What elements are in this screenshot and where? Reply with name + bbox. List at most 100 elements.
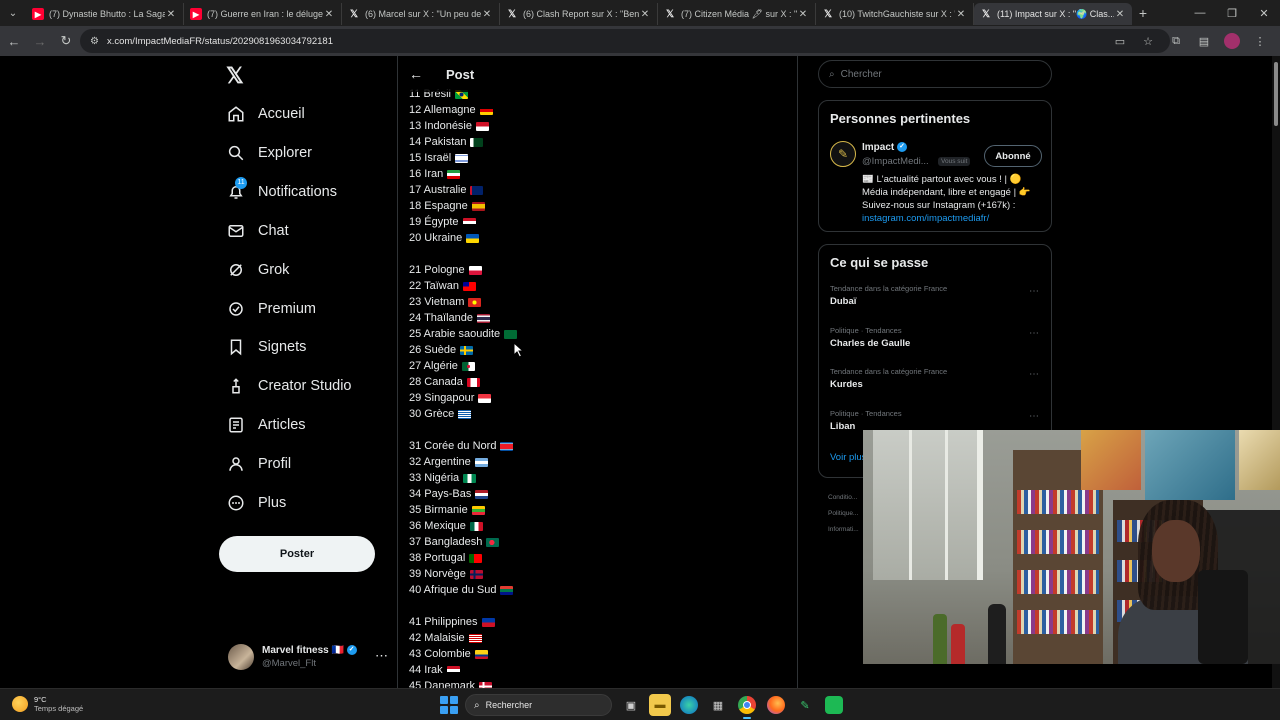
nav-item-notifications[interactable]: 11 Notifications [226, 176, 337, 207]
browser-tab[interactable]: ▶ (7) Dynastie Bhutto : La Saga S...✕ [26, 3, 184, 25]
relevant-name[interactable]: Impact [862, 142, 894, 153]
footer-link[interactable]: Politique... [828, 506, 859, 522]
country-rank-text: 42 Malaisie [409, 632, 465, 644]
task-view-icon[interactable]: ▣ [620, 694, 642, 716]
close-tab-icon[interactable]: ✕ [639, 9, 651, 20]
nav-item-grok[interactable]: Grok [226, 255, 289, 285]
trend-name: Charles de Gaulle [830, 337, 911, 349]
poster [1239, 430, 1280, 490]
forward-button[interactable]: → [28, 29, 52, 53]
browser-tab[interactable]: 𝕏 (6) Marcel sur X : "Un peu de je...✕ [342, 3, 500, 25]
trend-category: Politique · Tendances [830, 408, 902, 418]
cast-icon[interactable]: ▭ [1110, 31, 1130, 51]
close-tab-icon[interactable]: ✕ [323, 9, 335, 20]
new-tab-button[interactable]: + [1132, 5, 1154, 21]
country-rank-text: 22 Taïwan [409, 280, 459, 292]
browser-tab[interactable]: ▶ (7) Guerre en Iran : le déluge de...✕ [184, 3, 342, 25]
back-arrow-icon[interactable]: ← [398, 66, 434, 82]
browser-tab[interactable]: 𝕏 (10) TwitchGauchiste sur X : "... ✕ [816, 3, 974, 25]
home-icon [226, 104, 246, 124]
country-rank-text: 28 Canada [409, 376, 463, 388]
flag-icon [461, 361, 475, 371]
reload-button[interactable]: ↻ [54, 29, 78, 53]
country-rank-text: 35 Birmanie [409, 504, 468, 516]
bio-link[interactable]: instagram.com/impactmediafr/ [862, 213, 989, 224]
taskbar-search[interactable]: ⌕ Rechercher [465, 694, 612, 716]
list-item: 24 Thaïlande [409, 310, 789, 326]
app-icon[interactable]: ✎ [794, 694, 816, 716]
account-switcher[interactable]: Marvel fitness 🇫🇷 ✓ @Marvel_Flt ⋯ [228, 642, 388, 672]
more-icon[interactable]: ⋯ [1029, 411, 1039, 422]
minimize-button[interactable]: — [1184, 0, 1216, 26]
bookmark-icon [226, 337, 246, 357]
firefox-icon[interactable] [765, 694, 787, 716]
webcam-overlay [863, 430, 1280, 664]
more-icon[interactable]: ⋯ [1029, 369, 1039, 380]
close-tab-icon[interactable]: ✕ [797, 9, 809, 20]
maximize-button[interactable]: ❐ [1216, 0, 1248, 26]
footer-link[interactable]: Informati... [828, 522, 859, 538]
nav-item-creator-studio[interactable]: Creator Studio [226, 371, 352, 401]
list-item: 30 Grèce [409, 406, 789, 422]
browser-tab[interactable]: 𝕏 (6) Clash Report sur X : "Benne...✕ [500, 3, 658, 25]
post-column: ← Post 11 Brésil 12 Allemagne 13 Indonésie… [397, 56, 798, 688]
footer-link[interactable]: Conditio... [828, 490, 859, 506]
country-rank-text: 13 Indonésie [409, 120, 472, 132]
close-tab-icon[interactable]: ✕ [1114, 9, 1126, 20]
browser-tab[interactable]: 𝕏 (11) Impact sur X : "🌍 Clas... ✕ [974, 3, 1132, 25]
close-window-button[interactable]: ✕ [1248, 0, 1280, 26]
chrome-icon[interactable] [736, 694, 758, 719]
close-tab-icon[interactable]: ✕ [955, 9, 967, 20]
site-info-icon[interactable]: ⚙ [90, 36, 99, 47]
file-explorer-icon[interactable]: ▬ [649, 694, 671, 716]
bookmark-star-icon[interactable]: ☆ [1138, 31, 1158, 51]
more-icon[interactable]: ⋯ [1029, 328, 1039, 339]
search-input[interactable]: ⌕ Chercher [818, 60, 1052, 88]
nav-item-articles[interactable]: Articles [226, 410, 306, 440]
nav-item-label: Plus [258, 495, 287, 511]
trend-item[interactable]: Politique · Tendances Charles de Gaulle ⋯ [819, 320, 1051, 362]
more-icon[interactable]: ⋯ [375, 648, 388, 664]
impact-avatar[interactable]: ✎ [830, 141, 856, 167]
country-rank-text: 18 Espagne [409, 200, 468, 212]
spotify-icon[interactable] [823, 694, 845, 716]
windows-start-icon[interactable] [440, 696, 458, 714]
browser-tab[interactable]: 𝕏 (7) Citizen Média 🖋 sur X : "re...✕ [658, 3, 816, 25]
bio-text: 📰 L'actualité partout avec vous ! | 🟡 Mé… [862, 174, 1031, 211]
nav-item-plus[interactable]: Plus [226, 488, 286, 518]
list-item: 44 Irak [409, 662, 789, 678]
tab-search-icon[interactable]: ⌄ [0, 0, 26, 26]
scrollbar-thumb[interactable] [1274, 62, 1278, 126]
close-tab-icon[interactable]: ✕ [481, 9, 493, 20]
x-logo-icon[interactable]: 𝕏 [226, 64, 250, 88]
nav-item-accueil[interactable]: Accueil [226, 99, 305, 129]
browser-menu-icon[interactable]: ⋮ [1250, 31, 1270, 51]
back-button[interactable]: ← [2, 29, 26, 53]
nav-item-chat[interactable]: Chat [226, 216, 289, 246]
trend-item[interactable]: Tendance dans la catégorie France Dubaï ⋯ [819, 278, 1051, 320]
nav-item-premium[interactable]: Premium [226, 294, 316, 324]
weather-widget[interactable]: 9°C Temps dégagé [12, 695, 83, 713]
x-icon: 𝕏 [981, 8, 991, 20]
relevant-handle: @ImpactMedi... [862, 156, 929, 167]
follow-button[interactable]: Abonné [984, 145, 1042, 167]
list-item: 37 Bangladesh [409, 534, 789, 550]
footer-links: Conditio... Politique... Informati... [828, 490, 859, 538]
trend-item[interactable]: Tendance dans la catégorie France Kurdes ⋯ [819, 361, 1051, 403]
profile-avatar-icon[interactable] [1222, 31, 1242, 51]
list-item: 34 Pays-Bas [409, 486, 789, 502]
page-title: Post [446, 66, 475, 82]
extensions-icon[interactable]: ⧉ [1166, 31, 1186, 51]
close-tab-icon[interactable]: ✕ [165, 9, 177, 20]
nav-item-explorer[interactable]: Explorer [226, 138, 312, 168]
nav-item-profil[interactable]: Profil [226, 449, 291, 479]
nav-item-signets[interactable]: Signets [226, 332, 306, 362]
nav-item-label: Accueil [258, 106, 305, 122]
edge-icon[interactable] [680, 696, 698, 714]
poster [1081, 430, 1141, 490]
store-icon[interactable]: ▦ [707, 694, 729, 716]
post-button[interactable]: Poster [219, 536, 375, 572]
address-bar[interactable]: ⚙ x.com/ImpactMediaFR/status/20290819630… [80, 29, 1170, 53]
sidebar-icon[interactable]: ▤ [1194, 31, 1214, 51]
more-icon[interactable]: ⋯ [1029, 286, 1039, 297]
